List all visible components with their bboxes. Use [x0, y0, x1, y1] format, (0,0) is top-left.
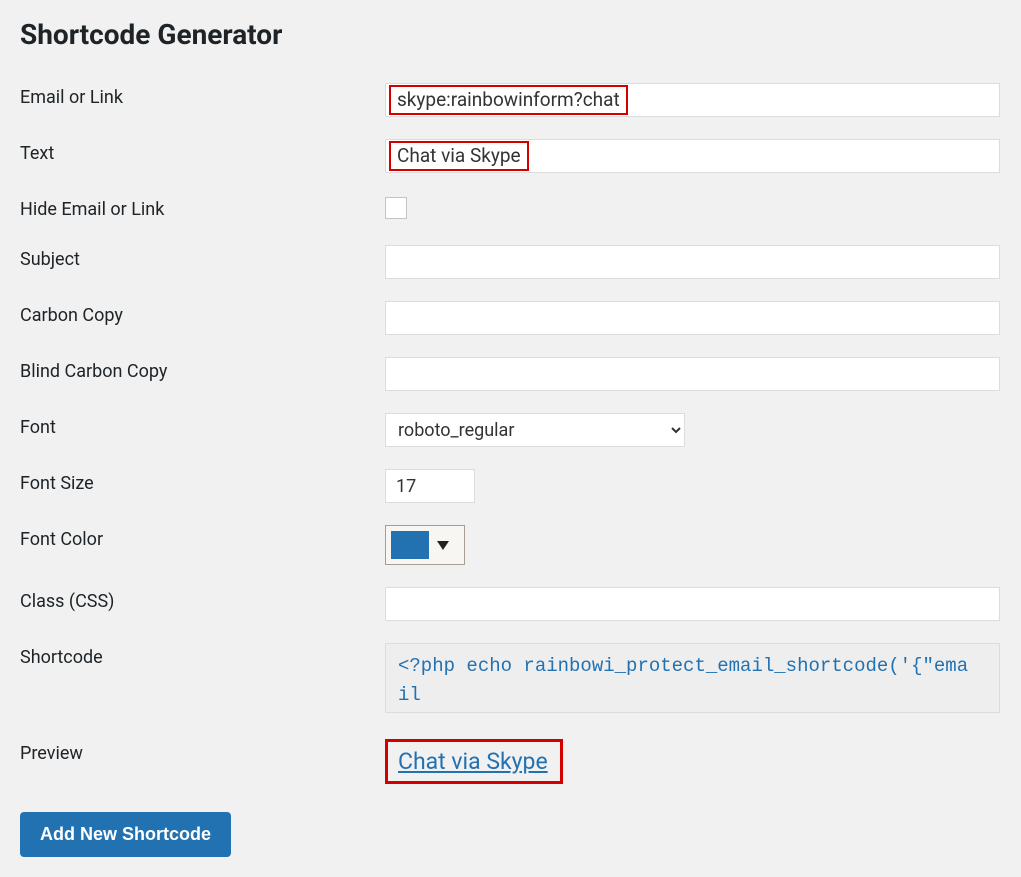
preview-highlight: Chat via Skype: [385, 739, 563, 784]
font-label: Font: [20, 413, 385, 438]
subject-input[interactable]: [385, 245, 1000, 279]
cc-label: Carbon Copy: [20, 301, 385, 326]
color-swatch: [391, 531, 429, 559]
preview-link[interactable]: Chat via Skype: [398, 748, 548, 775]
bcc-label: Blind Carbon Copy: [20, 357, 385, 382]
fontcolor-picker[interactable]: [385, 525, 465, 565]
shortcode-label: Shortcode: [20, 643, 385, 668]
fontsize-input[interactable]: [385, 469, 475, 503]
text-input-value: Chat via Skype: [389, 141, 529, 172]
chevron-down-icon: [437, 541, 449, 550]
subject-label: Subject: [20, 245, 385, 270]
text-label: Text: [20, 139, 385, 164]
class-input[interactable]: [385, 587, 1000, 621]
class-label: Class (CSS): [20, 587, 385, 612]
preview-label: Preview: [20, 739, 385, 764]
page-title: Shortcode Generator: [20, 0, 1001, 83]
fontcolor-label: Font Color: [20, 525, 385, 550]
cc-input[interactable]: [385, 301, 1000, 335]
email-input-value: skype:rainbowinform?chat: [389, 85, 628, 116]
fontsize-label: Font Size: [20, 469, 385, 494]
add-new-shortcode-button[interactable]: Add New Shortcode: [20, 812, 231, 857]
email-input[interactable]: skype:rainbowinform?chat: [385, 83, 1000, 117]
bcc-input[interactable]: [385, 357, 1000, 391]
text-input[interactable]: Chat via Skype: [385, 139, 1000, 173]
email-label: Email or Link: [20, 83, 385, 108]
hide-label: Hide Email or Link: [20, 195, 385, 220]
hide-checkbox[interactable]: [385, 197, 407, 219]
shortcode-textarea[interactable]: [385, 643, 1000, 713]
font-select[interactable]: roboto_regular: [385, 413, 685, 447]
